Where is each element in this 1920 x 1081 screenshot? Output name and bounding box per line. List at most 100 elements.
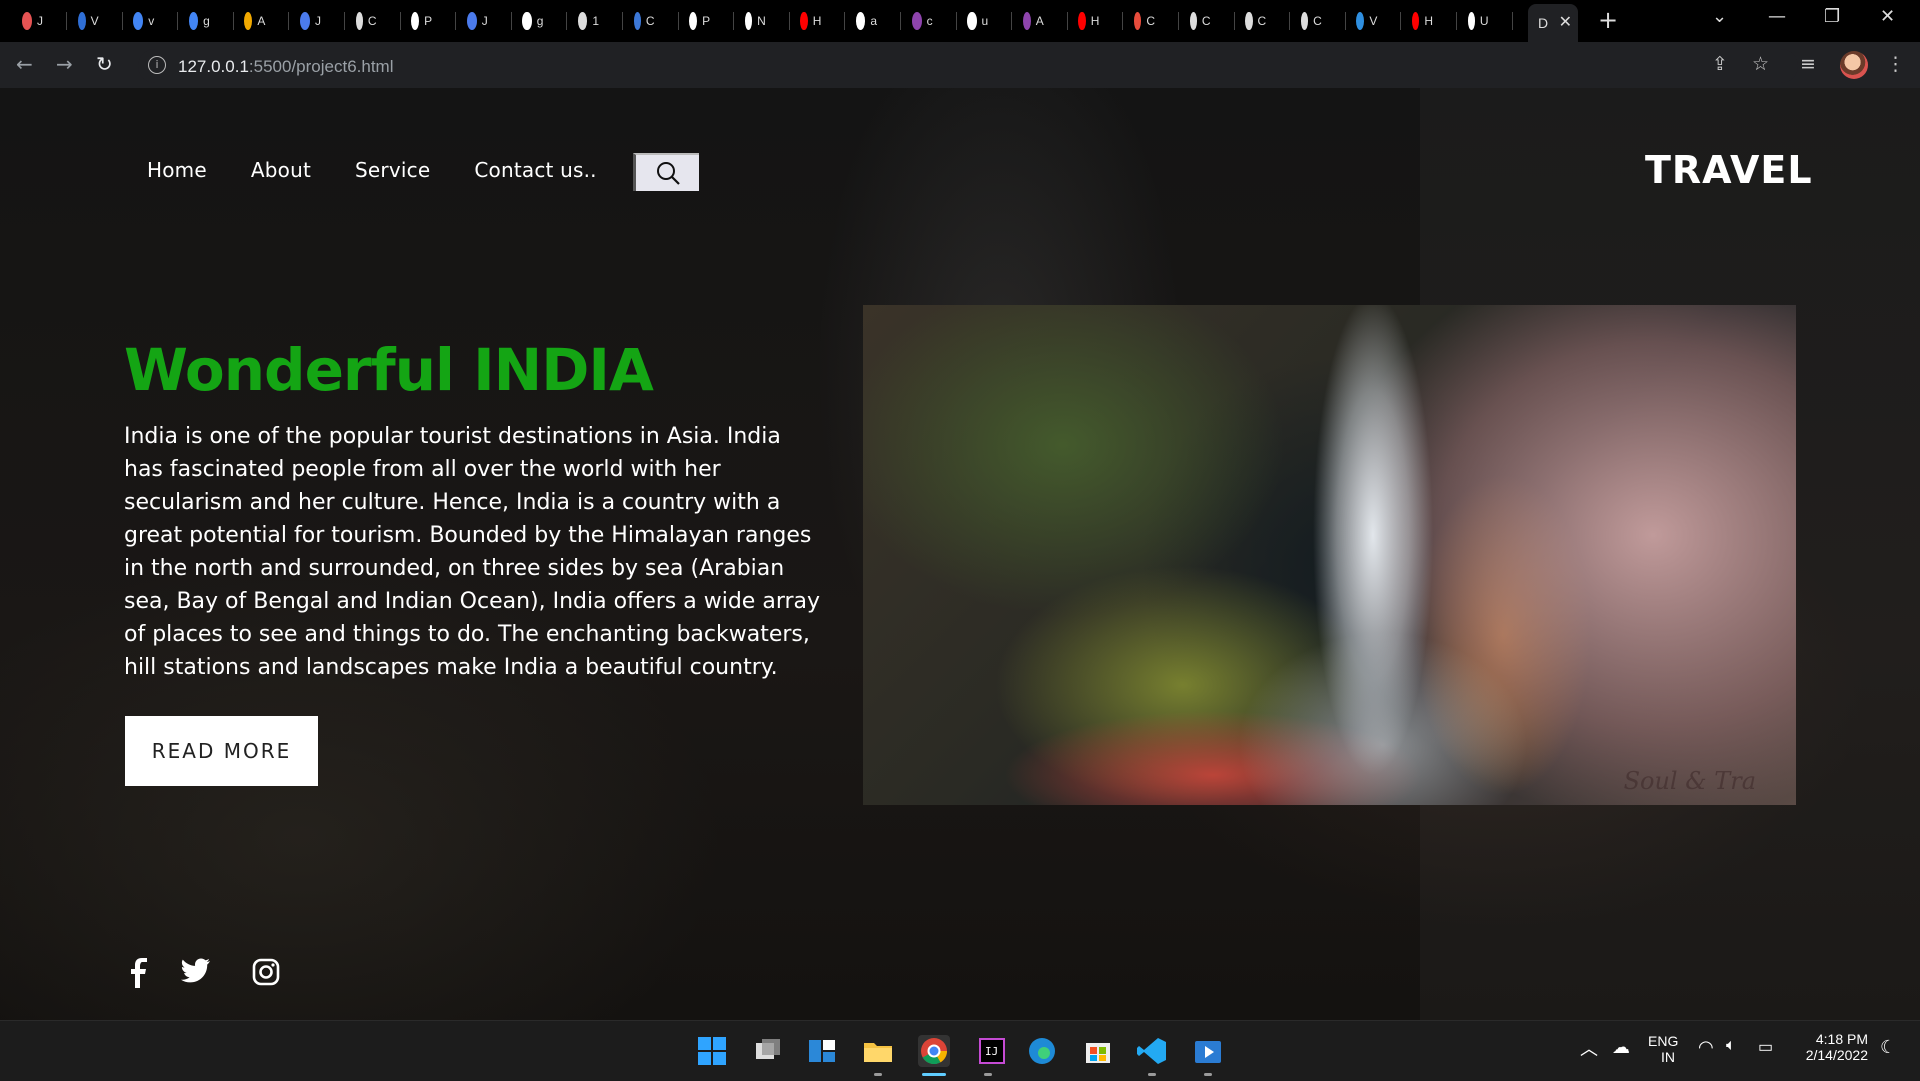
browser-tab[interactable]: 1 (570, 0, 599, 42)
tab-separator (510, 12, 512, 30)
browser-tab[interactable]: H (792, 0, 821, 42)
tab-separator (1456, 12, 1457, 30)
browser-tab[interactable]: P (681, 0, 710, 42)
file-explorer-icon[interactable] (862, 1035, 894, 1067)
start-button[interactable] (696, 1035, 728, 1067)
store-icon[interactable] (1082, 1035, 1114, 1067)
minimize-button[interactable]: — (1768, 6, 1786, 27)
media-player-icon[interactable] (1192, 1035, 1224, 1067)
reading-list-icon[interactable]: ≡ (1800, 53, 1816, 75)
tab-label: N (757, 14, 766, 28)
tab-favicon-icon (1078, 12, 1086, 30)
browser-tab[interactable]: H (1070, 0, 1099, 42)
tab-favicon-icon (1189, 12, 1197, 30)
intellij-icon[interactable]: IJ (976, 1035, 1008, 1067)
tab-label: C (367, 14, 377, 28)
browser-tab[interactable]: P (403, 0, 432, 42)
tab-favicon-icon (411, 12, 420, 30)
address-bar[interactable]: i 127.0.0.1:5500/project6.html (138, 49, 1798, 83)
language-indicator[interactable]: ENG IN (1648, 1033, 1678, 1065)
browser-tab[interactable]: C (1293, 0, 1322, 42)
tab-label: A (257, 14, 266, 28)
tray-expand-icon[interactable]: ︿ (1580, 1035, 1598, 1061)
forward-button[interactable]: → (56, 52, 73, 76)
read-more-button[interactable]: READ MORE (125, 716, 318, 786)
browser-tab[interactable]: A (1015, 0, 1044, 42)
nav-home[interactable]: Home (147, 158, 207, 182)
region-code: IN (1661, 1049, 1675, 1065)
tab-favicon-icon (188, 12, 199, 30)
instagram-icon[interactable] (252, 958, 280, 986)
tab-search-icon[interactable]: ⌄ (1712, 6, 1727, 27)
reload-button[interactable]: ↻ (96, 52, 113, 76)
browser-tab[interactable]: J (292, 0, 321, 42)
edge-icon[interactable] (1026, 1035, 1058, 1067)
nav-about[interactable]: About (251, 158, 311, 182)
active-tab[interactable]: D ✕ (1528, 4, 1578, 42)
browser-tab[interactable]: J (14, 0, 43, 42)
vscode-icon[interactable] (1136, 1035, 1168, 1067)
browser-tab[interactable]: g (514, 0, 543, 42)
bookmark-star-icon[interactable]: ☆ (1752, 53, 1769, 75)
twitter-icon[interactable] (181, 958, 211, 984)
tab-label: g (203, 14, 210, 28)
url-text[interactable]: 127.0.0.1:5500/project6.html (178, 57, 394, 77)
browser-tab[interactable]: c (904, 0, 933, 42)
browser-tab[interactable]: C (626, 0, 655, 42)
volume-icon[interactable]: 🔈︎ (1726, 1037, 1736, 1055)
tab-label: H (1090, 14, 1100, 28)
chrome-glyph (921, 1038, 948, 1065)
onedrive-icon[interactable]: ☁ (1612, 1037, 1630, 1058)
browser-tab[interactable]: C (1182, 0, 1211, 42)
tab-label: V (1369, 14, 1378, 28)
share-icon[interactable]: ⇪ (1712, 53, 1728, 75)
tab-separator (1344, 12, 1346, 30)
browser-tab[interactable]: V (1348, 0, 1377, 42)
site-info-icon[interactable]: i (148, 56, 166, 74)
language-code: ENG (1648, 1033, 1679, 1049)
wifi-icon[interactable]: ◠ (1698, 1037, 1714, 1058)
nav-contact[interactable]: Contact us.. (474, 158, 596, 182)
browser-tab[interactable]: H (1404, 0, 1433, 42)
browser-toolbar: ← → ↻ i 127.0.0.1:5500/project6.html ⇪ ☆… (0, 42, 1920, 88)
tab-label: C (1257, 14, 1267, 28)
tab-label: H (812, 14, 822, 28)
browser-tab[interactable]: C (348, 0, 377, 42)
facebook-icon[interactable] (128, 958, 150, 988)
browser-tab[interactable]: N (737, 0, 766, 42)
browser-tab[interactable]: U (1460, 0, 1489, 42)
browser-tab[interactable]: C (1237, 0, 1266, 42)
notifications-icon[interactable]: ☾ (1880, 1037, 1896, 1058)
clock[interactable]: 4:18 PM 2/14/2022 (1802, 1031, 1868, 1063)
tab-favicon-icon (1022, 12, 1031, 30)
search-button[interactable] (633, 153, 699, 191)
browser-tab[interactable]: g (181, 0, 210, 42)
new-tab-button[interactable]: + (1598, 6, 1618, 34)
browser-tab[interactable]: u (959, 0, 988, 42)
task-view-icon[interactable] (752, 1035, 784, 1067)
tab-label: J (481, 14, 488, 28)
browser-tab-strip: JVvgAJCPJg1CPNHacuAHCCCCVHU D ✕ + ⌄ — ❐ … (0, 0, 1920, 42)
profile-avatar[interactable] (1840, 51, 1868, 79)
browser-tab[interactable]: a (848, 0, 877, 42)
browser-tab[interactable]: A (236, 0, 265, 42)
browser-tab[interactable]: v (125, 0, 154, 42)
close-tab-icon[interactable]: ✕ (1559, 12, 1572, 31)
widgets-icon[interactable] (806, 1035, 838, 1067)
url-path: :5500/project6.html (248, 57, 394, 76)
tab-label: g (536, 14, 544, 28)
browser-tab[interactable]: V (70, 0, 99, 42)
browser-tab[interactable]: J (459, 0, 488, 42)
tab-favicon-icon (1245, 12, 1253, 30)
tab-favicon-icon (355, 12, 363, 30)
tab-separator (566, 12, 568, 30)
battery-icon[interactable]: ▭ (1758, 1037, 1773, 1057)
browser-menu-icon[interactable]: ⋮ (1886, 53, 1905, 75)
browser-tab[interactable]: C (1126, 0, 1155, 42)
back-button[interactable]: ← (16, 52, 33, 76)
site-logo[interactable]: TRAVEL (1645, 148, 1813, 192)
close-window-button[interactable]: ✕ (1880, 6, 1895, 27)
restore-button[interactable]: ❐ (1824, 6, 1840, 27)
nav-service[interactable]: Service (355, 158, 430, 182)
chrome-icon[interactable] (918, 1035, 950, 1067)
